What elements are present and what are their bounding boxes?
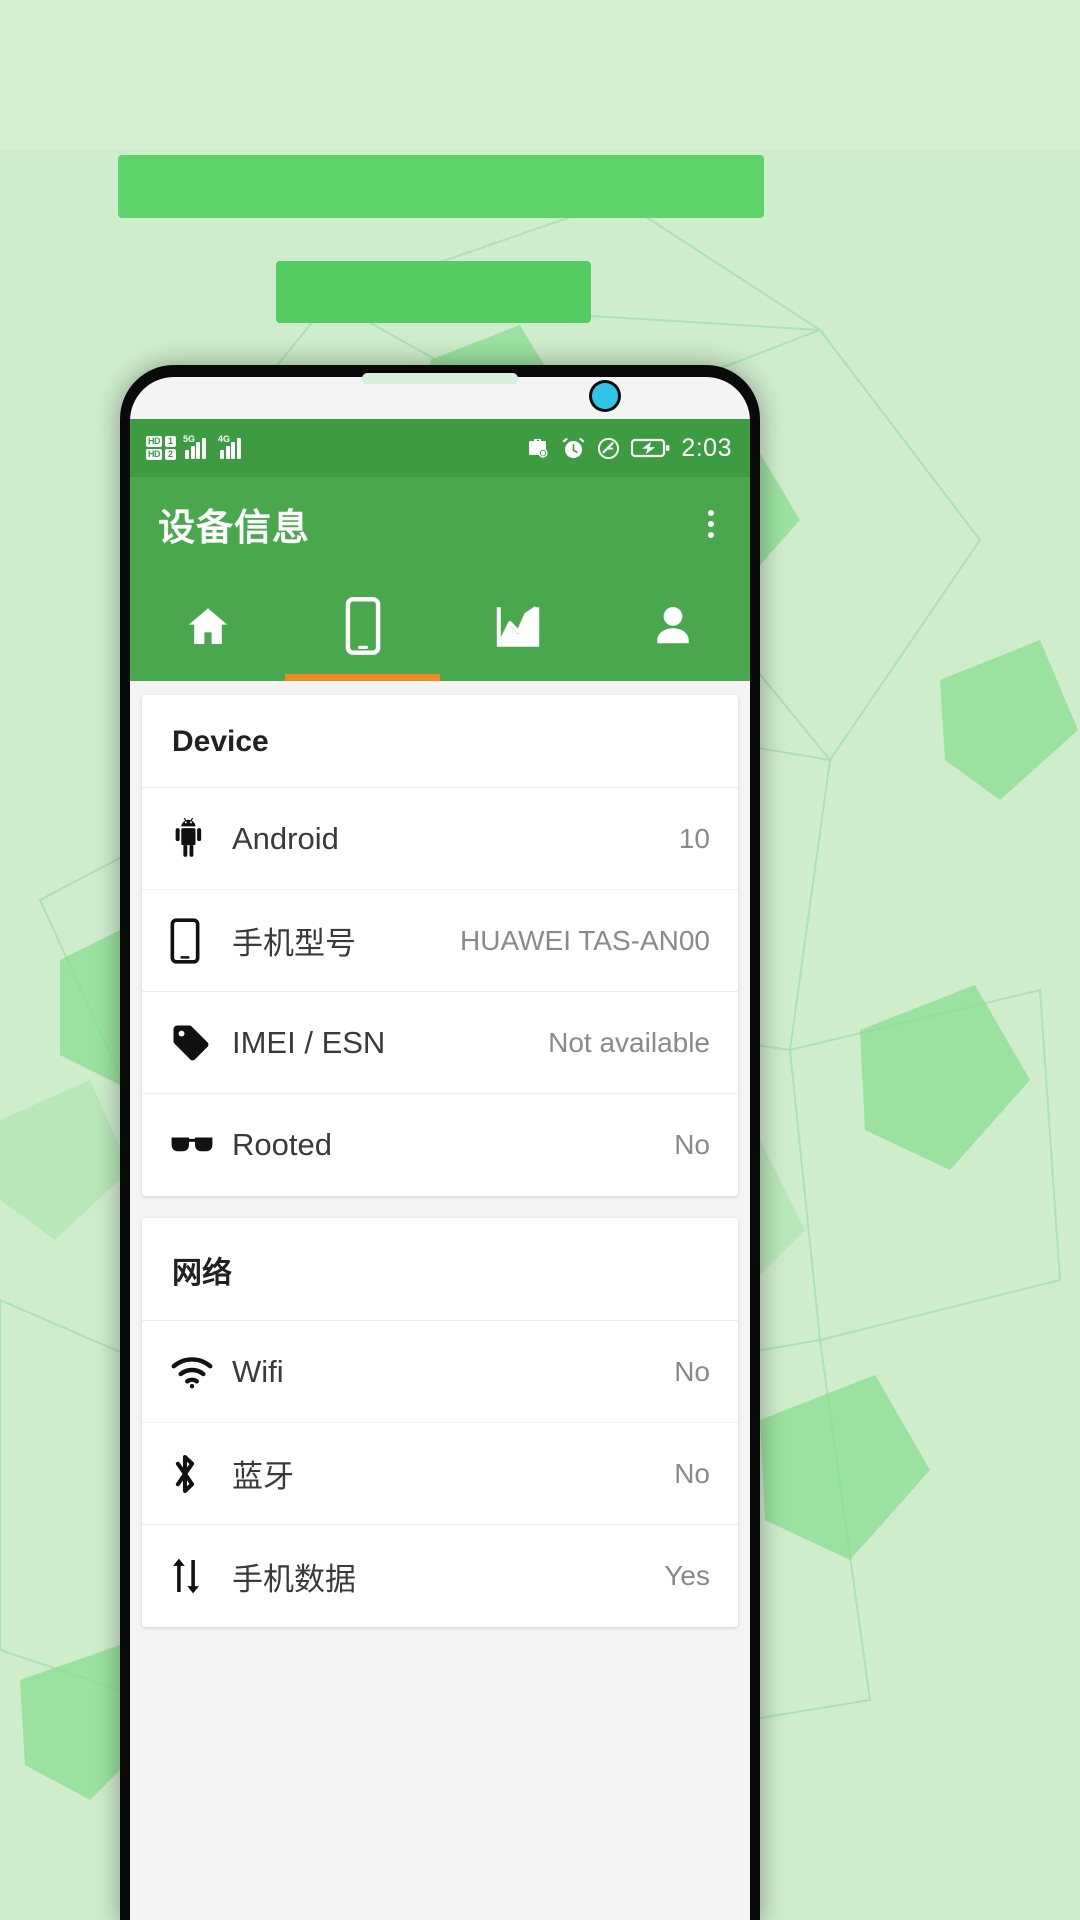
row-label: 蓝牙 [232,1459,294,1494]
status-bar-right: 2:03 [525,434,732,463]
table-row[interactable]: 手机数据 Yes [142,1525,738,1627]
tab-profile[interactable] [595,571,750,681]
row-label: IMEI / ESN [232,1024,386,1060]
sim2-badge: 2 [165,449,176,460]
row-value: No [674,1355,710,1387]
tab-device[interactable] [285,571,440,681]
card-title: 网络 [142,1218,738,1321]
row-value: 10 [678,822,710,854]
row-label: 手机数据 [232,1561,356,1597]
content-scroll-area[interactable]: Device Android 10 手机型号 HUAWEI TAS-AN00 I… [130,681,750,1861]
alarm-clock-icon [562,437,585,458]
hd-badge-sim2: HD [146,449,162,460]
tab-bar [130,571,750,681]
tab-home[interactable] [130,571,285,681]
status-bar-left: HD 1 HD 2 5G 4G [146,434,246,460]
tag-icon [170,1022,232,1064]
row-value: HUAWEI TAS-AN00 [460,924,710,956]
row-label: 手机型号 [232,926,356,961]
status-bar: HD 1 HD 2 5G 4G 2:03 [130,419,750,477]
card-device: Device Android 10 手机型号 HUAWEI TAS-AN00 I… [142,695,738,1196]
chart-icon [496,606,539,647]
status-bar-clock: 2:03 [681,433,732,462]
phone-screen: HD 1 HD 2 5G 4G 2:03 设备信息 Device Android… [130,377,750,1920]
home-icon [188,608,227,644]
promo-band [0,0,1080,150]
row-value: No [674,1457,710,1489]
row-label: Android [232,820,339,856]
network-type-sim2: 4G [218,434,231,444]
table-row[interactable]: Rooted No [142,1094,738,1196]
table-row[interactable]: 手机型号 HUAWEI TAS-AN00 [142,890,738,992]
app-bar: 设备信息 [130,477,750,571]
battery-charging-icon [631,438,670,458]
volte-sim-indicators: HD 1 HD 2 [146,436,176,460]
signal-bars-sim1-icon: 5G [183,434,211,459]
hd-badge-sim1: HD [146,436,162,447]
briefcase-shield-icon [529,439,548,458]
data-arrows-icon [170,1554,232,1598]
promo-bar-secondary [276,261,591,323]
phone-front-camera [592,383,618,409]
table-row[interactable]: IMEI / ESN Not available [142,992,738,1094]
table-row[interactable]: Android 10 [142,788,738,890]
bluetooth-icon [170,1451,232,1497]
row-label: Rooted [232,1127,332,1162]
row-label: Wifi [232,1353,284,1389]
table-row[interactable]: 蓝牙 No [142,1423,738,1525]
active-tab-indicator [285,674,440,681]
sim1-badge: 1 [165,436,176,447]
more-vertical-icon[interactable] [698,502,724,546]
row-value: Not available [548,1026,710,1058]
network-type-sim1: 5G [183,434,196,444]
sunglasses-icon [170,1132,232,1158]
table-row[interactable]: Wifi No [142,1321,738,1423]
phone-earpiece [362,373,518,384]
person-icon [656,607,689,644]
do-not-disturb-icon [598,437,620,459]
tab-stats[interactable] [440,571,595,681]
phone-icon [345,597,380,655]
android-icon [170,817,232,860]
phone-mockup-frame: HD 1 HD 2 5G 4G 2:03 设备信息 Device Android… [120,365,760,1920]
promo-bar-primary [118,155,764,218]
signal-bars-sim2-icon: 4G [218,434,246,459]
wifi-icon [170,1355,232,1389]
phone-icon [170,917,232,964]
card-title: Device [142,695,738,788]
page-title: 设备信息 [158,507,310,548]
card-network: 网络 Wifi No 蓝牙 No 手机数据 Yes [142,1218,738,1627]
row-value: No [674,1129,710,1160]
row-value: Yes [664,1560,710,1591]
